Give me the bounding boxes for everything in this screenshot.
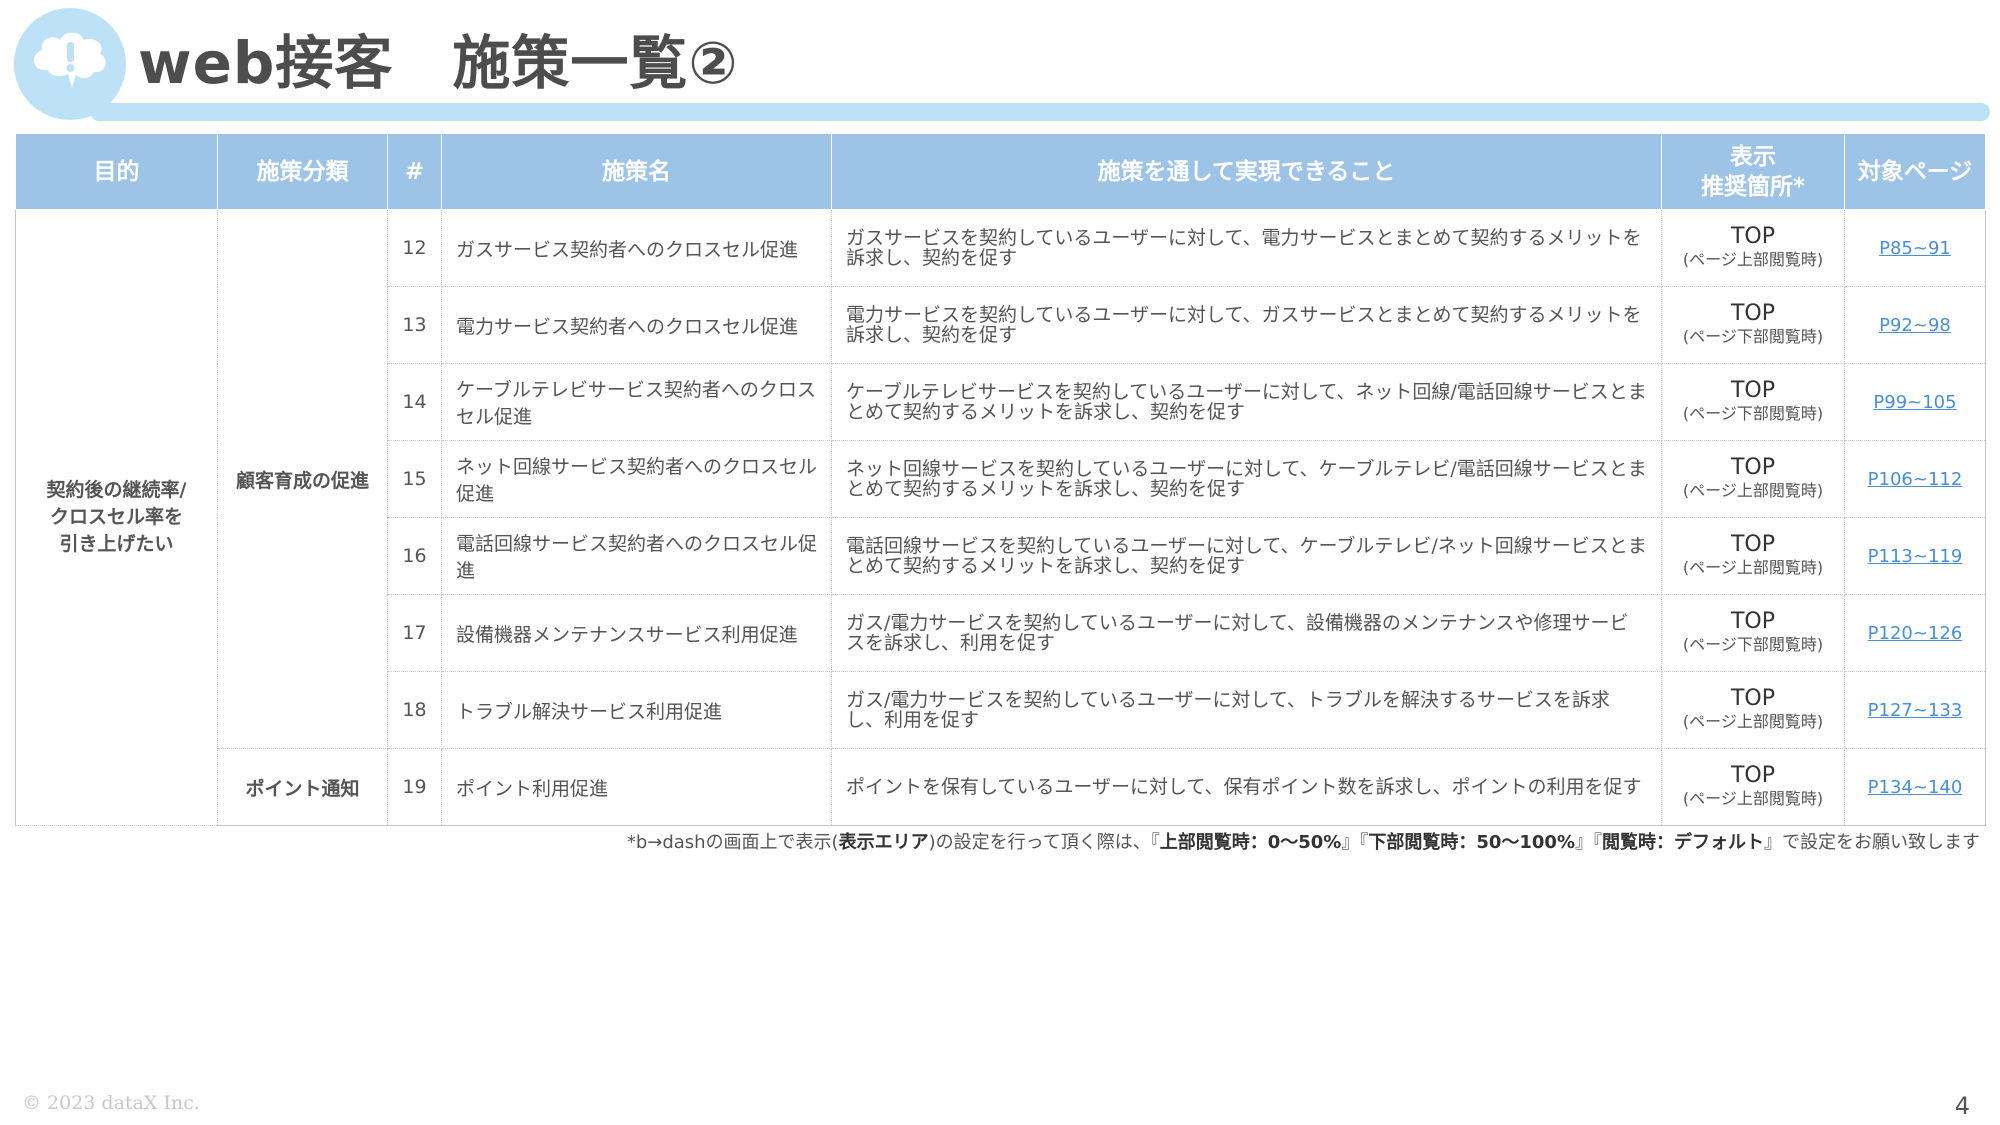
target-page-cell: P120~126: [1844, 594, 1986, 672]
display-location: TOP (ページ下部閲覧時): [1661, 594, 1845, 672]
row-number: 17: [387, 594, 442, 672]
footnote-bold: 下部閲覧時：50〜100%: [1368, 832, 1575, 853]
measure-name: ケーブルテレビサービス契約者へのクロスセル促進: [441, 363, 832, 441]
target-page-link[interactable]: P99~105: [1873, 392, 1956, 413]
location-note: (ページ下部閲覧時): [1682, 404, 1824, 423]
location-main: TOP: [1730, 686, 1776, 711]
page-title: web接客 施策一覧②: [138, 29, 739, 97]
display-location: TOP (ページ上部閲覧時): [1661, 517, 1845, 595]
copyright: © 2023 dataX Inc.: [22, 1092, 200, 1114]
target-page-cell: P92~98: [1844, 286, 1986, 364]
table-header-row: 目的 施策分類 # 施策名 施策を通して実現できること 表示 推奨箇所* 対象ペ…: [15, 133, 1986, 210]
purpose-line2: クロスセル率を: [49, 506, 183, 528]
location-main: TOP: [1730, 532, 1776, 557]
location-main: TOP: [1730, 763, 1776, 788]
target-page-link[interactable]: P92~98: [1879, 315, 1951, 336]
measure-name: ネット回線サービス契約者へのクロスセル促進: [441, 440, 832, 518]
location-main: TOP: [1730, 378, 1776, 403]
row-number: 14: [387, 363, 442, 441]
measure-name: トラブル解決サービス利用促進: [441, 671, 832, 749]
header-category: 施策分類: [217, 133, 388, 210]
title-underline-bar: [90, 103, 1990, 121]
target-page-cell: P106~112: [1844, 440, 1986, 518]
display-location: TOP (ページ上部閲覧時): [1661, 440, 1845, 518]
location-note: (ページ下部閲覧時): [1682, 635, 1824, 654]
footnote-text: )の設定を行って頂く際は、『: [928, 832, 1160, 853]
purpose-cell: 契約後の継続率/ クロスセル率を 引き上げたい: [15, 209, 218, 826]
header-number: #: [387, 133, 442, 210]
measure-description: 電力サービスを契約しているユーザーに対して、ガスサービスとまとめて契約するメリッ…: [831, 286, 1662, 364]
target-page-cell: P127~133: [1844, 671, 1986, 749]
measure-description: ガス/電力サービスを契約しているユーザーに対して、設備機器のメンテナンスや修理サ…: [831, 594, 1662, 672]
measure-name: 電力サービス契約者へのクロスセル促進: [441, 286, 832, 364]
location-note: (ページ下部閲覧時): [1682, 327, 1824, 346]
measure-name: ポイント利用促進: [441, 748, 832, 826]
footnote-bold: 上部閲覧時：0〜50%: [1159, 832, 1342, 853]
page-number: 4: [1954, 1092, 1970, 1120]
measure-name: 電話回線サービス契約者へのクロスセル促進: [441, 517, 832, 595]
footnote-text: 』『: [1341, 832, 1369, 853]
location-note: (ページ上部閲覧時): [1682, 250, 1824, 269]
purpose-line3: 引き上げたい: [59, 533, 174, 555]
location-main: TOP: [1730, 224, 1776, 249]
target-page-link[interactable]: P127~133: [1868, 700, 1963, 721]
measure-description: ガスサービスを契約しているユーザーに対して、電力サービスとまとめて契約するメリッ…: [831, 209, 1662, 287]
purpose-line1: 契約後の継続率/: [46, 479, 187, 501]
header-target-pages: 対象ページ: [1844, 133, 1986, 210]
table-row: ポイント通知 19 ポイント利用促進 ポイントを保有しているユーザーに対して、保…: [16, 748, 1986, 826]
header-location-line2: 推奨箇所*: [1700, 173, 1806, 200]
category-cell: ポイント通知: [217, 748, 388, 826]
measure-description: ポイントを保有しているユーザーに対して、保有ポイント数を訴求し、ポイントの利用を…: [831, 748, 1662, 826]
row-number: 13: [387, 286, 442, 364]
measure-description: ガス/電力サービスを契約しているユーザーに対して、トラブルを解決するサービスを訴…: [831, 671, 1662, 749]
display-location: TOP (ページ上部閲覧時): [1661, 671, 1845, 749]
target-page-cell: P85~91: [1844, 209, 1986, 287]
display-location: TOP (ページ下部閲覧時): [1661, 363, 1845, 441]
location-note: (ページ上部閲覧時): [1682, 558, 1824, 577]
target-page-cell: P99~105: [1844, 363, 1986, 441]
target-page-link[interactable]: P106~112: [1868, 469, 1963, 490]
measures-table: 目的 施策分類 # 施策名 施策を通して実現できること 表示 推奨箇所* 対象ペ…: [15, 133, 1986, 826]
header-display-location: 表示 推奨箇所*: [1661, 133, 1845, 210]
header-description: 施策を通して実現できること: [831, 133, 1662, 210]
header-purpose: 目的: [15, 133, 218, 210]
header-location-line1: 表示: [1730, 143, 1776, 170]
footnote-text: 』で設定をお願い致します: [1764, 832, 1980, 853]
header-measure-name: 施策名: [441, 133, 832, 210]
measure-description: ケーブルテレビサービスを契約しているユーザーに対して、ネット回線/電話回線サービ…: [831, 363, 1662, 441]
row-number: 15: [387, 440, 442, 518]
target-page-link[interactable]: P134~140: [1868, 777, 1963, 798]
measure-name: 設備機器メンテナンスサービス利用促進: [441, 594, 832, 672]
measure-description: 電話回線サービスを契約しているユーザーに対して、ケーブルテレビ/ネット回線サービ…: [831, 517, 1662, 595]
location-main: TOP: [1730, 301, 1776, 326]
footnote-bold: 表示エリア: [838, 832, 929, 853]
footnote-text: *b→dashの画面上で表示(: [626, 832, 839, 853]
measure-description: ネット回線サービスを契約しているユーザーに対して、ケーブルテレビ/電話回線サービ…: [831, 440, 1662, 518]
target-page-link[interactable]: P113~119: [1868, 546, 1963, 567]
target-page-cell: P113~119: [1844, 517, 1986, 595]
table-row: 契約後の継続率/ クロスセル率を 引き上げたい 顧客育成の促進 12 ガスサービ…: [15, 209, 1986, 826]
footnote-bold: 閲覧時：デフォルト: [1602, 832, 1764, 853]
measure-name: ガスサービス契約者へのクロスセル促進: [441, 209, 832, 287]
row-number: 16: [387, 517, 442, 595]
display-location: TOP (ページ上部閲覧時): [1661, 748, 1845, 826]
location-note: (ページ上部閲覧時): [1682, 789, 1824, 808]
target-page-link[interactable]: P120~126: [1868, 623, 1963, 644]
footnote-text: 』『: [1575, 832, 1602, 853]
display-location: TOP (ページ上部閲覧時): [1661, 209, 1845, 287]
footnote: *b→dashの画面上で表示(表示エリア)の設定を行って頂く際は、『上部閲覧時：…: [627, 828, 1980, 854]
category-cell: 顧客育成の促進: [217, 209, 388, 749]
location-main: TOP: [1730, 455, 1776, 480]
display-location: TOP (ページ下部閲覧時): [1661, 286, 1845, 364]
row-number: 18: [387, 671, 442, 749]
row-number: 12: [387, 209, 442, 287]
target-page-cell: P134~140: [1844, 748, 1986, 826]
location-note: (ページ上部閲覧時): [1682, 481, 1824, 500]
target-page-link[interactable]: P85~91: [1879, 238, 1951, 259]
location-main: TOP: [1730, 609, 1776, 634]
row-number: 19: [387, 748, 442, 826]
location-note: (ページ上部閲覧時): [1682, 712, 1824, 731]
